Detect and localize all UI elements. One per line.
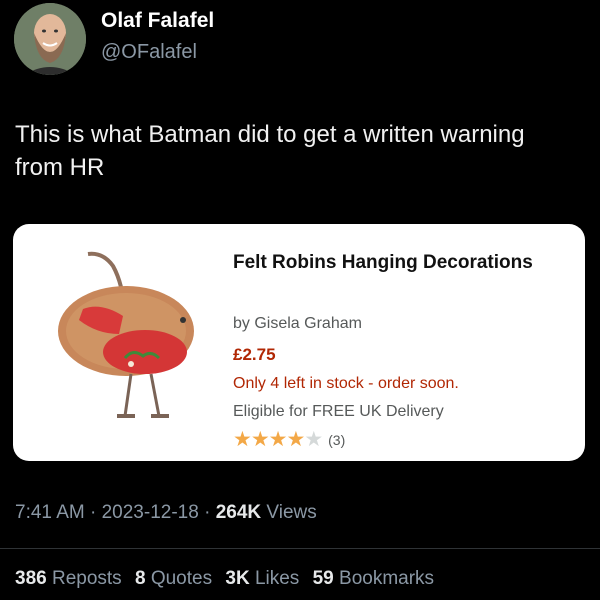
felt-robin-image bbox=[58, 251, 194, 418]
star-rating-icons: ★★★★★ bbox=[233, 428, 323, 451]
star-filled-icon: ★ bbox=[286, 428, 305, 451]
tweet-time[interactable]: 7:41 AM bbox=[15, 502, 85, 523]
likes-label: Likes bbox=[254, 568, 300, 589]
star-filled-icon: ★ bbox=[233, 428, 252, 451]
reposts-label: Reposts bbox=[51, 568, 122, 589]
tweet-text: This is what Batman did to get a written… bbox=[15, 121, 525, 181]
product-brand[interactable]: by Gisela Graham bbox=[233, 315, 362, 333]
quotes-count: 8 bbox=[134, 568, 146, 589]
stock-status: Only 4 left in stock - order soon. bbox=[233, 375, 459, 392]
tweet-date[interactable]: 2023-12-18 bbox=[102, 502, 199, 523]
quotes-stat[interactable]: 8 Quotes bbox=[135, 568, 217, 589]
bookmarks-count: 59 bbox=[312, 568, 334, 589]
author-name[interactable]: Olaf Falafel bbox=[101, 9, 214, 33]
divider bbox=[0, 548, 600, 549]
star-filled-icon: ★ bbox=[268, 428, 288, 451]
product-title[interactable]: Felt Robins Hanging Decorations bbox=[233, 252, 533, 274]
rating[interactable]: ★★★★★ (3) bbox=[233, 429, 345, 451]
review-count[interactable]: (3) bbox=[328, 432, 345, 448]
author-handle[interactable]: @OFalafel bbox=[101, 41, 197, 64]
product-price: £2.75 bbox=[233, 345, 276, 364]
star-filled-icon: ★ bbox=[250, 428, 270, 451]
quotes-label: Quotes bbox=[150, 568, 213, 589]
bookmarks-stat[interactable]: 59 Bookmarks bbox=[313, 568, 434, 589]
bookmarks-label: Bookmarks bbox=[339, 568, 435, 589]
reposts-count: 386 bbox=[15, 568, 47, 589]
meta-separator: · bbox=[90, 502, 102, 523]
engagement-stats: 386 Reposts 8 Quotes 3K Likes 59 Bookmar… bbox=[15, 568, 442, 590]
views-label: Views bbox=[266, 502, 317, 523]
product-card[interactable]: Felt Robins Hanging Decorations by Gisel… bbox=[13, 224, 585, 461]
likes-stat[interactable]: 3K Likes bbox=[225, 568, 304, 589]
reposts-stat[interactable]: 386 Reposts bbox=[15, 568, 127, 589]
views-count: 264K bbox=[215, 502, 262, 523]
star-empty-icon: ★ bbox=[304, 428, 323, 451]
tweet-meta: 7:41 AM · 2023-12-18 · 264K Views bbox=[15, 502, 317, 524]
meta-separator: · bbox=[204, 502, 216, 523]
delivery-info: Eligible for FREE UK Delivery bbox=[233, 403, 444, 420]
avatar[interactable] bbox=[14, 3, 86, 75]
likes-count: 3K bbox=[225, 568, 250, 589]
